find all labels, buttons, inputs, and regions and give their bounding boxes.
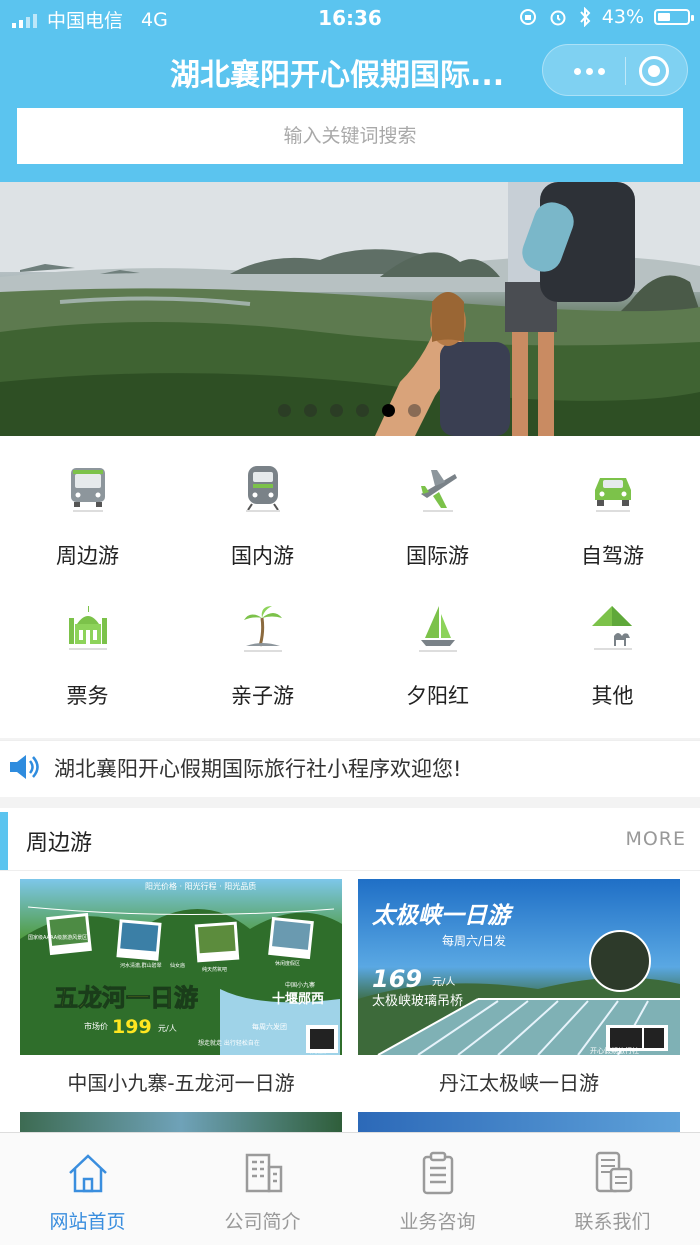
carousel-dot[interactable] [330,404,343,417]
poster-schedule: 每周六发团 [252,1022,287,1031]
mosque-icon [69,606,107,650]
category-item[interactable]: 国际游 [350,436,525,586]
poster-price-unit: 元/人 [432,976,455,988]
product-image: 太极峡一日游 每周六/日发 169 元/人 太极峡玻璃吊桥 开心假期旅行社 [358,879,680,1055]
poster-photo-caption: 纯天然氧吧 [202,966,227,973]
carousel-dot[interactable] [408,404,421,417]
tab-label: 网站首页 [49,1211,126,1233]
bus-icon [71,468,105,512]
poster-footer: 开心假期 [310,1048,326,1054]
bluetooth-icon [580,7,591,27]
tab-label: 业务咨询 [399,1211,476,1233]
tab-label: 联系我们 [574,1211,651,1233]
carousel-dot[interactable] [278,404,291,417]
miniprogram-capsule [542,44,688,96]
category-label: 国内游 [231,544,294,568]
tab-company-intro[interactable]: 公司简介 [175,1133,350,1245]
category-label: 国际游 [406,544,469,568]
section-header: 周边游 MORE [0,808,700,871]
category-label: 亲子游 [231,684,294,708]
category-item[interactable]: 亲子游 [175,576,350,726]
carousel-indicators [278,404,421,417]
section-accent [0,812,8,870]
rotation-lock-icon [519,9,536,25]
category-item[interactable]: 其他 [525,576,700,726]
banner-image [0,182,700,436]
category-item[interactable]: 票务 [0,576,175,726]
status-bar: 中国电信 4G 16:36 43% [0,0,700,36]
notice-text: 湖北襄阳开心假期国际旅行社小程序欢迎您! [54,757,462,781]
page-title: 湖北襄阳开心假期国际... [170,58,505,93]
carousel-dot[interactable] [356,404,369,417]
product-title: 中国小九寨-五龙河一日游 [67,1071,295,1095]
sailboat-icon [419,606,457,652]
banner-carousel[interactable] [0,182,700,436]
search-input[interactable]: 输入关键词搜索 [17,108,683,164]
category-label: 自驾游 [581,544,644,568]
poster-schedule: 每周六/日发 [442,933,506,948]
poster-headline: 太极峡一日游 [372,902,514,929]
tab-business-inquiry[interactable]: 业务咨询 [350,1133,525,1245]
category-grid: 周边游 国内游 国际游 自驾游 票务 亲子游 夕阳红 其他 [0,436,700,738]
airplane-icon [421,470,457,512]
tab-contact-us[interactable]: 联系我们 [525,1133,700,1245]
poster-price-label: 市场价 [84,1021,108,1031]
train-icon [246,466,280,512]
product-card-partial[interactable] [358,1112,680,1132]
poster-photo-caption: 河水清澈,群山碧翠 [120,962,162,969]
speaker-icon [10,755,39,779]
poster-footer: 开心假期旅行社 [590,1046,639,1055]
poster-subtitle: 太极峡玻璃吊桥 [372,994,463,1009]
clock: 16:36 [318,6,382,30]
section-title: 周边游 [26,831,93,856]
poster-photo-caption: 国家级AAAA级旅游风景区 [28,934,87,941]
category-label: 票务 [66,684,109,708]
alarm-icon [550,10,566,26]
carousel-dot[interactable] [382,404,395,417]
poster-photo-caption: 休闲度假区 [275,960,300,967]
product-image: 阳光价格 · 阳光行程 · 阳光品质 国家级AAAA级旅游风景区 河水清澈,群山… [20,879,342,1055]
category-label: 其他 [591,684,634,708]
product-card[interactable]: 太极峡一日游 每周六/日发 169 元/人 太极峡玻璃吊桥 开心假期旅行社 丹江… [358,879,680,1095]
poster-top-line: 阳光价格 · 阳光行程 · 阳光品质 [145,881,256,891]
category-label: 夕阳红 [406,684,469,708]
poster-side-text: 十堰郧西 [272,991,324,1007]
poster-photo-caption: 仙女庙 [170,962,185,969]
category-item[interactable]: 国内游 [175,436,350,586]
home-icon [69,1154,107,1193]
poster-headline: 五龙河一日游 [54,984,198,1012]
car-icon [595,478,631,512]
poster-slogan: 想走就走 出行轻松自在 [198,1039,260,1047]
category-item[interactable]: 夕阳红 [350,576,525,726]
battery-icon [654,9,694,25]
phone-contact-icon [595,1151,633,1193]
poster-side-small: 中国小九寨 [285,981,315,989]
palm-island-icon [244,606,282,652]
pyramid-camel-icon [592,606,632,650]
category-label: 周边游 [56,544,119,568]
category-item[interactable]: 周边游 [0,436,175,586]
more-link[interactable]: MORE [625,828,686,850]
more-menu-button[interactable] [563,61,615,81]
product-card[interactable]: 阳光价格 · 阳光行程 · 阳光品质 国家级AAAA级旅游风景区 河水清澈,群山… [20,879,342,1095]
clipboard-icon [422,1151,454,1195]
notice-bar: 湖北襄阳开心假期国际旅行社小程序欢迎您! [0,740,700,797]
product-title: 丹江太极峡一日游 [439,1071,599,1095]
close-miniprogram-button[interactable] [639,56,669,86]
poster-price: 199 [112,1016,152,1038]
category-item[interactable]: 自驾游 [525,436,700,586]
poster-price-unit: 元/人 [158,1024,177,1033]
tab-label: 公司简介 [224,1211,301,1233]
product-card-partial[interactable] [20,1112,342,1132]
poster-price: 169 [372,965,422,993]
nav-bar: 湖北襄阳开心假期国际... [0,36,700,106]
tab-home[interactable]: 网站首页 [0,1133,175,1245]
capsule-divider [625,57,626,85]
battery-percent: 43% [601,6,644,28]
tab-bar: 网站首页 公司简介 业务咨询 联系我们 [0,1132,700,1245]
search-area: 输入关键词搜索 [0,106,700,182]
carousel-dot[interactable] [304,404,317,417]
building-icon [245,1153,283,1193]
